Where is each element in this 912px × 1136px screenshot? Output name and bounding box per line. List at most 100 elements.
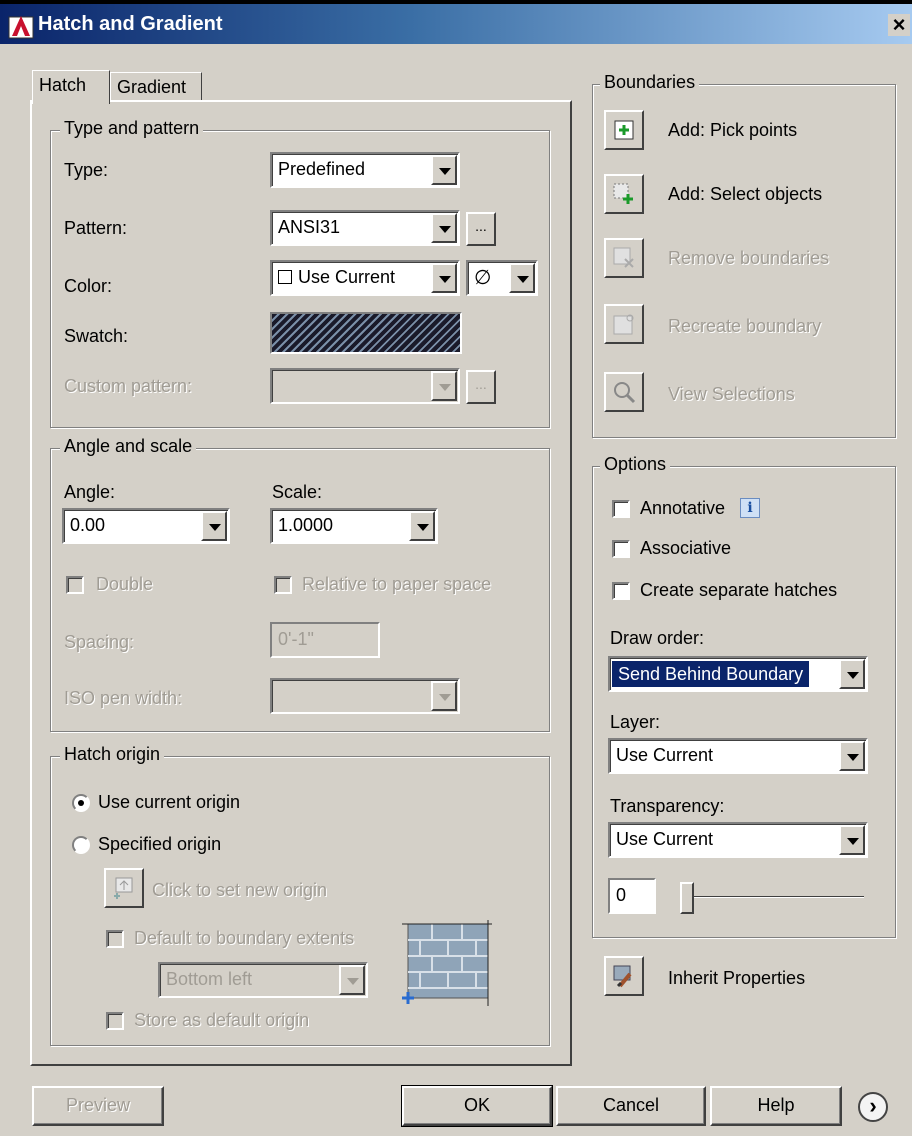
use-current-origin-radio[interactable] [72,794,90,812]
iso-pen-width-dropdown[interactable] [270,678,460,714]
draw-order-value: Send Behind Boundary [612,661,810,687]
scale-label: Scale: [272,482,323,502]
window-title: Hatch and Gradient [38,13,223,35]
inherit-properties-button[interactable] [604,956,644,996]
relative-paper-space-checkbox[interactable] [274,576,292,594]
tab-gradient[interactable]: Gradient [110,72,202,102]
hatch-origin-title: Hatch origin [60,744,165,765]
specified-origin-radio[interactable] [72,836,90,854]
origin-preview-icon [402,920,492,1006]
create-separate-hatches-checkbox[interactable] [612,582,630,600]
pick-points-icon [614,120,634,140]
chevron-down-icon[interactable] [509,263,535,293]
add-pick-points-button[interactable] [604,110,644,150]
tab-hatch[interactable]: Hatch [32,70,110,104]
spacing-value: 0'-1" [278,629,314,649]
spacing-input[interactable]: 0'-1" [270,622,380,658]
close-icon[interactable]: × [888,14,910,36]
remove-boundaries-icon [613,247,634,268]
click-set-origin-button[interactable] [104,868,144,908]
specified-origin-label: Specified origin [98,834,222,854]
type-and-pattern-title: Type and pattern [60,118,204,139]
chevron-down-icon[interactable] [339,965,365,995]
transparency-slider-track[interactable] [694,896,864,898]
annotative-label: Annotative [640,498,726,518]
draw-order-dropdown[interactable]: Send Behind Boundary [608,656,868,692]
recreate-boundary-button[interactable] [604,304,644,344]
options-title: Options [600,454,671,475]
custom-pattern-dropdown[interactable] [270,368,460,404]
store-default-origin-checkbox[interactable] [106,1012,124,1030]
chevron-down-icon[interactable] [431,681,457,711]
add-select-objects-label[interactable]: Add: Select objects [668,184,822,205]
create-separate-hatches-label: Create separate hatches [640,580,838,600]
pattern-dropdown[interactable]: ANSI31 [270,210,460,246]
click-set-origin-label: Click to set new origin [152,880,328,900]
store-default-origin-label: Store as default origin [134,1010,310,1030]
layer-label: Layer: [610,712,661,732]
associative-label: Associative [640,538,732,558]
chevron-down-icon[interactable] [409,511,435,541]
chevron-down-icon[interactable] [431,155,457,185]
chevron-down-icon[interactable] [839,659,865,689]
ok-button[interactable]: OK [401,1085,553,1127]
transparency-label: Transparency: [610,796,725,816]
hatch-swatch-preview[interactable] [270,312,462,354]
angle-value: 0.00 [70,515,106,535]
background-color-dropdown[interactable]: ∅ [466,260,538,296]
transparency-value: Use Current [616,829,714,849]
transparency-dropdown[interactable]: Use Current [608,822,868,858]
options-group [592,466,896,938]
chevron-down-icon[interactable] [431,213,457,243]
view-selections-button[interactable] [604,372,644,412]
default-boundary-extents-checkbox[interactable] [106,930,124,948]
color-swatch-icon [278,270,292,284]
pattern-browse-button[interactable]: ... [466,212,496,246]
custom-pattern-browse-button[interactable]: ... [466,370,496,404]
cancel-button[interactable]: Cancel [556,1086,706,1126]
chevron-down-icon[interactable] [839,741,865,771]
angle-dropdown[interactable]: 0.00 [62,508,230,544]
title-bar: Hatch and Gradient × [0,0,912,44]
chevron-down-icon[interactable] [431,371,457,401]
inherit-properties-label[interactable]: Inherit Properties [668,968,805,989]
more-options-icon[interactable]: › [858,1092,888,1122]
scale-dropdown[interactable]: 1.0000 [270,508,438,544]
chevron-down-icon[interactable] [431,263,457,293]
remove-boundaries-label[interactable]: Remove boundaries [668,248,829,269]
magnifier-icon [614,382,636,404]
color-dropdown[interactable]: Use Current [270,260,460,296]
info-icon[interactable]: i [740,498,760,518]
angle-and-scale-title: Angle and scale [60,436,197,457]
chevron-down-icon[interactable] [201,511,227,541]
pattern-label: Pattern: [64,218,128,238]
add-select-objects-button[interactable] [604,174,644,214]
associative-checkbox[interactable] [612,540,630,558]
no-fill-icon: ∅ [474,267,492,289]
transparency-number-input[interactable]: 0 [608,878,656,914]
origin-position-value: Bottom left [166,969,253,989]
preview-button[interactable]: Preview [32,1086,164,1126]
transparency-slider-thumb[interactable] [680,882,694,914]
chevron-down-icon[interactable] [839,825,865,855]
tab-hatch-label: Hatch [39,75,87,95]
paintbrush-icon [613,965,632,988]
pattern-value: ANSI31 [278,217,341,237]
layer-dropdown[interactable]: Use Current [608,738,868,774]
color-label: Color: [64,276,113,296]
annotative-checkbox[interactable] [612,500,630,518]
origin-position-dropdown[interactable]: Bottom left [158,962,368,998]
type-dropdown[interactable]: Predefined [270,152,460,188]
remove-boundaries-button[interactable] [604,238,644,278]
view-selections-label[interactable]: View Selections [668,384,795,405]
recreate-boundary-icon [613,314,634,335]
scale-value: 1.0000 [278,515,334,535]
layer-value: Use Current [616,745,714,765]
help-button[interactable]: Help [710,1086,842,1126]
default-boundary-extents-label: Default to boundary extents [134,928,355,948]
use-current-origin-label: Use current origin [98,792,241,812]
recreate-boundary-label[interactable]: Recreate boundary [668,316,821,337]
double-label: Double [96,574,154,594]
add-pick-points-label[interactable]: Add: Pick points [668,120,797,141]
double-checkbox[interactable] [66,576,84,594]
